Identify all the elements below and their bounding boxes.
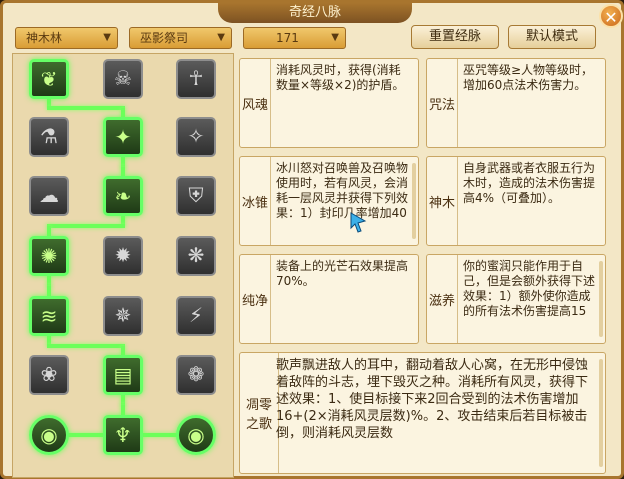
- meridian-node[interactable]: ⚡: [176, 296, 216, 336]
- dragon-claw-icon: ✧: [187, 124, 205, 148]
- meridian-node[interactable]: ⛨: [176, 176, 216, 216]
- skill-desc: 歌声飘进敌人的耳中，翻动着敌人心窝，在无形中侵蚀着敌阵的斗志，埋下毁灭之种。消耗…: [276, 358, 589, 441]
- skill-card[interactable]: 风魂 消耗风灵时，获得(消耗数量×等级×2)的护盾。: [239, 58, 419, 148]
- skill-card[interactable]: 滋养 你的蜜润只能作用于自己，但是会额外获得下述效果：1）额外使你造成的所有法术…: [426, 254, 606, 344]
- meridian-node[interactable]: ◉: [176, 415, 216, 455]
- skill-desc: 装备上的光芒石效果提高70%。: [276, 259, 408, 288]
- dark-leaf-icon: ❁: [187, 362, 205, 386]
- skill-card-selected[interactable]: 凋零之歌 歌声飘进敌人的耳中，翻动着敌人心窝，在无形中侵蚀着敌阵的斗志，埋下毁灭…: [239, 352, 606, 474]
- lotus-fan-icon: ❀: [40, 362, 58, 386]
- skill-name: 纯净: [240, 255, 271, 343]
- meditate-icon: ☥: [188, 66, 204, 90]
- meridian-node[interactable]: ☠: [103, 59, 143, 99]
- meridian-node[interactable]: ✺: [29, 236, 69, 276]
- skill-card[interactable]: 纯净 装备上的光芒石效果提高70%。: [239, 254, 419, 344]
- close-icon[interactable]: ✕: [599, 4, 623, 28]
- skill-name: 滋养: [427, 255, 458, 343]
- meridian-node[interactable]: ☁: [29, 176, 69, 216]
- skill-desc: 你的蜜润只能作用于自己，但是会额外获得下述效果：1）额外使你造成的所有法术伤害提…: [463, 259, 595, 318]
- scrollbar[interactable]: [412, 163, 416, 239]
- cloud-swirl-icon: ☁: [39, 183, 59, 207]
- meridian-node[interactable]: ▤: [103, 355, 143, 395]
- skill-panel: 风魂 消耗风灵时，获得(消耗数量×等级×2)的护盾。 咒法 巫咒等级≥人物等级时…: [237, 53, 619, 478]
- tornado-icon: ✺: [40, 244, 58, 268]
- faction-value: 神木林: [26, 31, 63, 45]
- water-wave-icon: ≋: [40, 304, 58, 328]
- skill-name: 凋零之歌: [240, 353, 279, 473]
- orb-left-icon: ◉: [40, 423, 58, 447]
- meridian-node[interactable]: ☥: [176, 59, 216, 99]
- chevron-down-icon: ▼: [217, 32, 225, 43]
- level-value: 171: [276, 31, 299, 45]
- demon-mask-icon: ☠: [114, 66, 132, 90]
- scrollbar[interactable]: [599, 261, 603, 337]
- meridian-link: [47, 224, 125, 228]
- school-dropdown[interactable]: 巫影祭司 ▼: [129, 27, 232, 49]
- potion-icon: ⚗: [40, 124, 58, 148]
- skill-name: 神木: [427, 157, 458, 245]
- meridian-node[interactable]: ♆: [103, 415, 143, 455]
- chevron-down-icon: ▼: [331, 32, 339, 43]
- wind-blade-icon: ✦: [114, 125, 132, 149]
- fire-flower-icon: ❋: [187, 243, 205, 267]
- meridian-link: [47, 106, 125, 110]
- cursor-icon: [350, 212, 367, 233]
- web-bomb-icon: ✵: [114, 303, 132, 327]
- meridian-node[interactable]: ⚗: [29, 117, 69, 157]
- leaf-swirl-icon: ❦: [40, 67, 58, 91]
- skill-name: 冰锥: [240, 157, 271, 245]
- leaf-bird-icon: ❧: [114, 184, 132, 208]
- meridian-node[interactable]: ✵: [103, 296, 143, 336]
- window-title: 奇经八脉: [218, 3, 412, 23]
- talent-window: 奇经八脉 ✕ 神木林 ▼ 巫影祭司 ▼ 171 ▼ 重置经脉 默认模式 ❦ ☠ ☥ ⚗…: [0, 0, 624, 479]
- meridian-link: [47, 343, 125, 348]
- cracked-stone-icon: ⚡: [188, 303, 204, 327]
- level-dropdown[interactable]: 171 ▼: [243, 27, 346, 49]
- skill-desc: 冰川怒对召唤兽及召唤物使用时，若有风灵，会消耗一层风灵并获得下列效果：1）封印几…: [276, 161, 408, 220]
- reset-meridian-button[interactable]: 重置经脉: [411, 25, 499, 49]
- meridian-node[interactable]: ≋: [29, 296, 69, 336]
- meridian-node[interactable]: ❧: [103, 176, 143, 216]
- orb-right-icon: ◉: [187, 423, 205, 447]
- faction-dropdown[interactable]: 神木林 ▼: [15, 27, 118, 49]
- skill-desc: 巫咒等级≥人物等级时，增加60点法术伤害力。: [463, 63, 594, 92]
- meridian-node[interactable]: ✧: [176, 117, 216, 157]
- skill-card[interactable]: 神木 自身武器或者衣服五行为木时，造成的法术伤害提高4%（可叠加）。: [426, 156, 606, 246]
- meridian-tree: ❦ ☠ ☥ ⚗ ✦ ✧ ☁ ❧ ⛨ ✺ ✹ ❋ ≋ ✵ ⚡ ❀ ▤ ❁ ◉ ♆ ◉: [12, 53, 234, 478]
- meridian-node[interactable]: ✹: [103, 236, 143, 276]
- skill-desc: 自身武器或者衣服五行为木时，造成的法术伤害提高4%（可叠加）。: [463, 161, 595, 205]
- meridian-node[interactable]: ✦: [103, 117, 143, 157]
- shield-hand-icon: ⛨: [188, 183, 204, 207]
- meridian-node[interactable]: ❀: [29, 355, 69, 395]
- skill-card[interactable]: 冰锥 冰川怒对召唤兽及召唤物使用时，若有风灵，会消耗一层风灵并获得下列效果：1）…: [239, 156, 419, 246]
- skill-card[interactable]: 咒法 巫咒等级≥人物等级时，增加60点法术伤害力。: [426, 58, 606, 148]
- green-box-icon: ▤: [113, 363, 133, 387]
- skill-name: 咒法: [427, 59, 458, 147]
- meridian-node[interactable]: ◉: [29, 415, 69, 455]
- meridian-node[interactable]: ❁: [176, 355, 216, 395]
- meridian-node[interactable]: ❦: [29, 59, 69, 99]
- school-value: 巫影祭司: [140, 31, 189, 45]
- spike-ring-icon: ✹: [114, 243, 132, 267]
- tree-man-icon: ♆: [114, 423, 132, 447]
- scrollbar[interactable]: [599, 359, 603, 467]
- meridian-node[interactable]: ❋: [176, 236, 216, 276]
- default-mode-button[interactable]: 默认模式: [508, 25, 596, 49]
- skill-name: 风魂: [240, 59, 271, 147]
- chevron-down-icon: ▼: [103, 32, 111, 43]
- skill-desc: 消耗风灵时，获得(消耗数量×等级×2)的护盾。: [276, 63, 405, 92]
